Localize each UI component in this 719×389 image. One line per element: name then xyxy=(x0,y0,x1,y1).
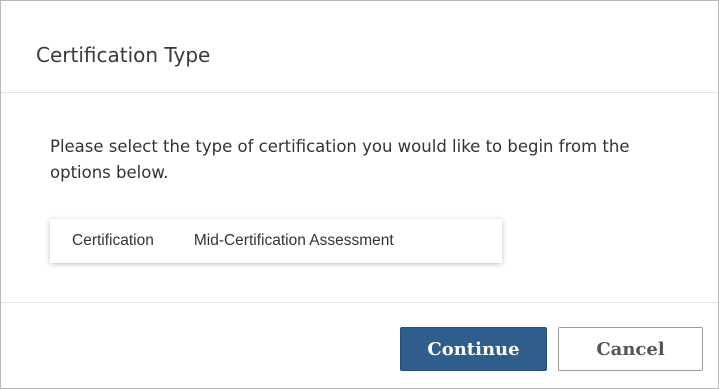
dialog-footer: Continue Cancel xyxy=(1,302,718,388)
option-certification[interactable]: Certification xyxy=(72,232,154,250)
certification-type-options: Certification Mid-Certification Assessme… xyxy=(50,219,502,263)
certification-type-dialog: Certification Type Please select the typ… xyxy=(0,0,719,389)
cancel-button[interactable]: Cancel xyxy=(558,327,703,371)
dialog-header: Certification Type xyxy=(1,1,718,93)
option-mid-certification-assessment[interactable]: Mid-Certification Assessment xyxy=(194,232,394,250)
instruction-text: Please select the type of certification … xyxy=(50,137,630,182)
continue-button[interactable]: Continue xyxy=(400,327,547,371)
dialog-title: Certification Type xyxy=(36,43,211,67)
